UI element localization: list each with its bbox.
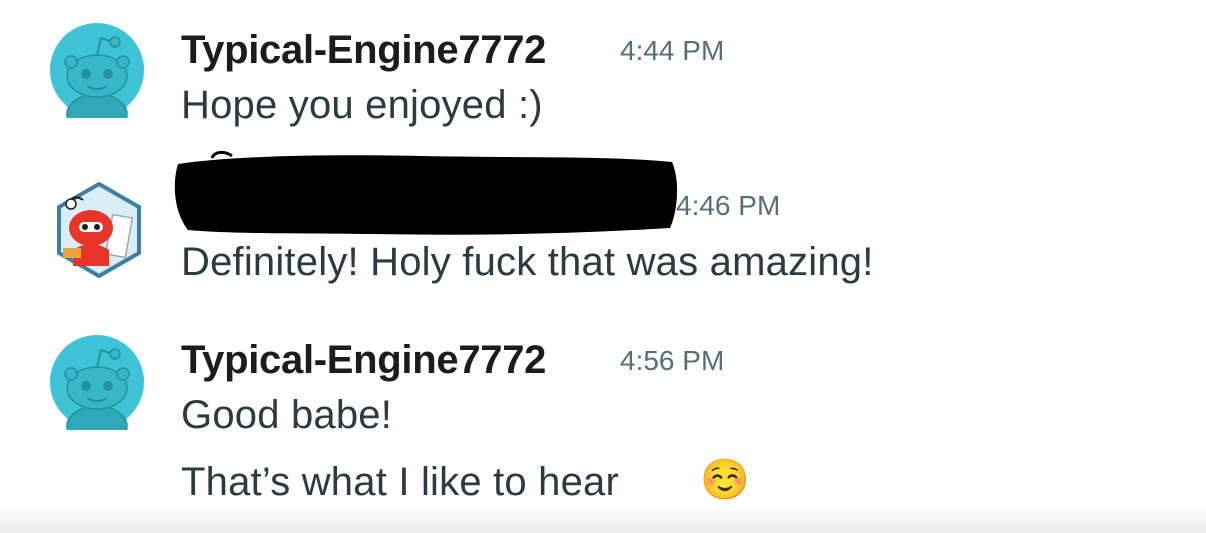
message-username[interactable]: Typical-Engine7772 (181, 28, 546, 73)
custom-snoo-avatar-icon[interactable] (51, 181, 147, 279)
chat-message: 4:46 PM Definitely! Holy fuck that was a… (0, 150, 1206, 310)
bottom-edge-shadow (0, 505, 1206, 533)
smiling-face-emoji: ☺️ (700, 458, 751, 502)
snoo-avatar-icon[interactable] (49, 22, 145, 135)
message-timestamp: 4:46 PM (676, 190, 781, 221)
message-username[interactable]: Typical-Engine7772 (181, 338, 546, 383)
message-timestamp: 4:44 PM (620, 35, 725, 66)
message-text: That’s what I like to hear (181, 460, 620, 504)
redacted-username (172, 150, 682, 243)
message-text: Hope you enjoyed :) (181, 83, 543, 127)
snoo-avatar-icon[interactable] (49, 334, 145, 447)
message-text: Good babe! (181, 393, 393, 437)
message-timestamp: 4:56 PM (620, 345, 725, 376)
chat-message: Typical-Engine7772 4:44 PM Hope you enjo… (0, 0, 1206, 150)
chat-thread: Typical-Engine7772 4:44 PM Hope you enjo… (0, 0, 1206, 533)
chat-message: Typical-Engine7772 4:56 PM Good babe! Th… (0, 310, 1206, 533)
message-text: Definitely! Holy fuck that was amazing! (181, 240, 874, 284)
